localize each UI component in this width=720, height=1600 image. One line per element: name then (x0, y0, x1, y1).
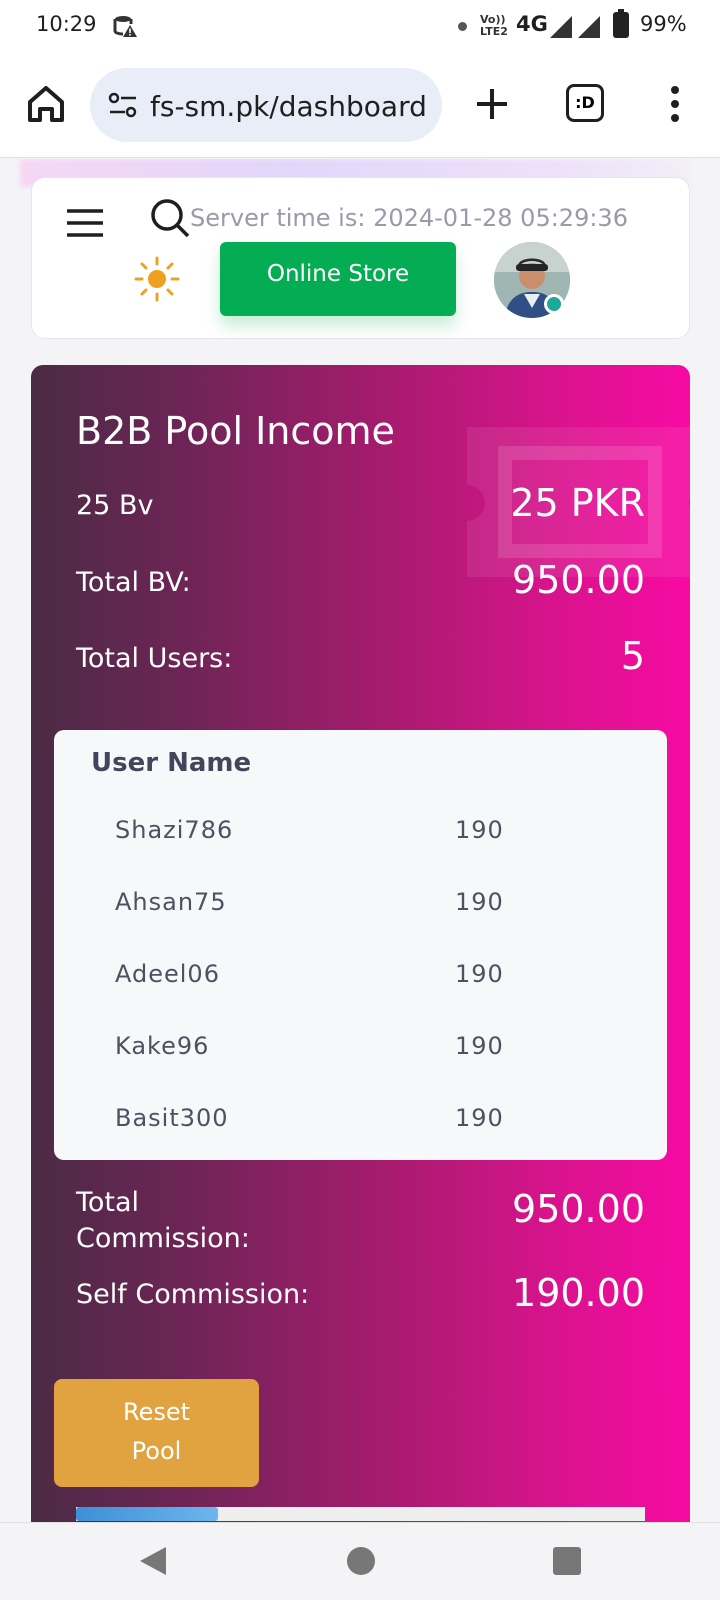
total-commission-value: 950.00 (512, 1187, 645, 1231)
user-name: Shazi786 (115, 816, 234, 844)
bv-value: 25 PKR (510, 481, 645, 525)
signal-strength-icon (550, 16, 572, 38)
table-row: Kake96 190 (54, 1014, 667, 1086)
user-name: Adeel06 (115, 960, 220, 988)
home-icon[interactable] (24, 82, 68, 126)
status-bar: 10:29 Vo)) LTE2 4G 99% (0, 0, 720, 54)
total-commission-label: Total Commission: (76, 1187, 250, 1254)
self-commission-value: 190.00 (512, 1271, 645, 1315)
user-value: 190 (455, 960, 504, 988)
home-nav-icon[interactable] (347, 1547, 375, 1575)
server-time: Server time is: 2024-01-28 05:29:36 (190, 204, 628, 232)
total-bv-label: Total BV: (76, 567, 191, 598)
b2b-pool-income-card: B2B Pool Income 25 Bv 25 PKR Total BV: 9… (31, 365, 690, 1522)
network-type: 4G (516, 12, 548, 36)
reset-pool-button[interactable]: Reset Pool (54, 1379, 259, 1487)
pool-progress-bar (76, 1507, 645, 1521)
table-row: Basit300 190 (54, 1086, 667, 1158)
user-value: 190 (455, 816, 504, 844)
table-row: Adeel06 190 (54, 942, 667, 1014)
url-text[interactable]: fs-sm.pk/dashboard (150, 90, 427, 123)
total-users-value: 5 (620, 634, 645, 678)
screen: 10:29 Vo)) LTE2 4G 99% fs-sm.pk/dashboar… (0, 0, 720, 1600)
signal-strength-icon-2 (578, 16, 600, 38)
data-saver-alert-icon (113, 16, 137, 37)
dashboard-header: Server time is: 2024-01-28 05:29:36 Onli… (31, 177, 690, 339)
more-options-icon[interactable] (660, 82, 690, 126)
table-row: Ahsan75 190 (54, 870, 667, 942)
user-value: 190 (455, 888, 504, 916)
battery-icon (613, 9, 629, 38)
address-bar[interactable]: fs-sm.pk/dashboard (90, 68, 442, 142)
status-time: 10:29 (36, 12, 97, 36)
notification-dot-icon (458, 22, 467, 31)
recents-icon[interactable] (553, 1547, 581, 1575)
card-title: B2B Pool Income (76, 409, 395, 453)
total-users-label: Total Users: (76, 643, 233, 674)
user-name: Ahsan75 (115, 888, 227, 916)
user-value: 190 (455, 1032, 504, 1060)
web-page: Server time is: 2024-01-28 05:29:36 Onli… (0, 159, 720, 1522)
volte-indicator: Vo)) LTE2 (480, 13, 508, 38)
hamburger-menu-icon[interactable] (65, 208, 105, 238)
tab-switcher-button[interactable]: :D (566, 84, 604, 122)
self-commission-label: Self Commission: (76, 1279, 310, 1310)
pool-progress-fill (76, 1507, 219, 1521)
back-icon[interactable] (138, 1545, 168, 1577)
table-row: Shazi786 190 (54, 798, 667, 870)
online-store-button[interactable]: Online Store (220, 242, 456, 316)
user-name: Kake96 (115, 1032, 210, 1060)
online-status-dot (544, 294, 564, 314)
total-bv-value: 950.00 (512, 558, 645, 602)
users-table: User Name Shazi786 190 Ahsan75 190 Adeel… (54, 730, 667, 1160)
new-tab-icon[interactable] (470, 82, 514, 126)
system-navigation-bar (0, 1522, 720, 1600)
browser-toolbar: fs-sm.pk/dashboard :D (0, 54, 720, 158)
sun-theme-toggle-icon[interactable] (134, 256, 180, 302)
search-icon[interactable] (150, 198, 190, 238)
user-name: Basit300 (115, 1104, 229, 1132)
user-name-column-header: User Name (91, 748, 252, 778)
bv-label: 25 Bv (76, 490, 154, 521)
user-value: 190 (455, 1104, 504, 1132)
battery-percentage: 99% (640, 12, 687, 36)
site-info-icon[interactable] (108, 92, 138, 118)
